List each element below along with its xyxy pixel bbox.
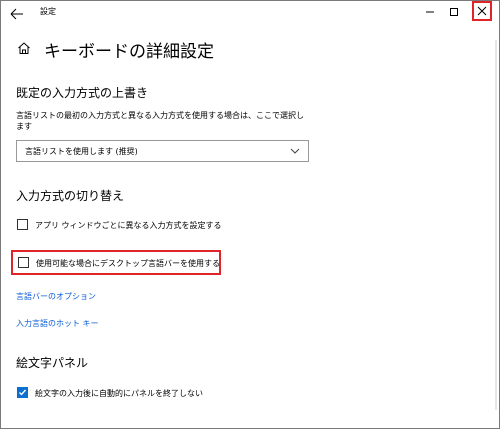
switching-heading: 入力方式の切り替え <box>16 189 125 203</box>
per-app-checkbox[interactable] <box>17 219 28 230</box>
auto-close-checkbox[interactable] <box>17 387 28 398</box>
hotkeys-link[interactable]: 入力言語のホット キー <box>16 318 99 329</box>
override-description-line1: 言語リストの最初の入力方式と異なる入力方式を使用する場合は、ここで選択し <box>16 111 304 120</box>
per-app-label: アプリ ウィンドウごとに異なる入力方式を設定する <box>35 221 222 230</box>
chevron-down-icon <box>290 148 300 157</box>
emoji-heading: 絵文字パネル <box>16 356 89 370</box>
back-arrow-icon[interactable] <box>10 5 24 20</box>
override-description-line2: ます <box>16 122 32 131</box>
desktop-bar-label: 使用可能な場合にデスクトップ言語バーを使用する <box>36 259 220 268</box>
home-icon[interactable] <box>17 40 31 59</box>
dropdown-value: 言語リストを使用します (推奨) <box>25 146 138 156</box>
desktop-bar-checkbox[interactable] <box>18 257 29 268</box>
close-button[interactable] <box>472 1 492 21</box>
input-method-dropdown[interactable]: 言語リストを使用します (推奨) <box>16 140 309 162</box>
page-title: キーボードの詳細設定 <box>44 42 214 62</box>
language-bar-options-link[interactable]: 言語バーのオプション <box>16 291 96 302</box>
checkmark-icon <box>19 389 27 396</box>
auto-close-label: 絵文字の入力後に自動的にパネルを終了しない <box>35 389 203 398</box>
maximize-button[interactable] <box>444 2 464 22</box>
window-title: 設定 <box>40 7 56 16</box>
minimize-button[interactable] <box>420 2 440 22</box>
close-icon <box>477 6 487 16</box>
override-heading: 既定の入力方式の上書き <box>16 86 149 100</box>
scrollbar[interactable] <box>495 40 497 410</box>
